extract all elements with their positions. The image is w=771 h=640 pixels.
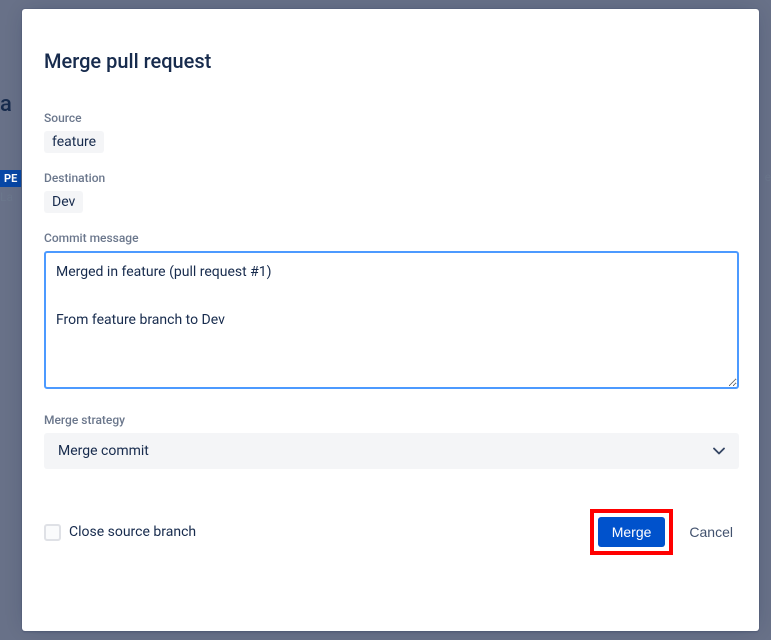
merge-strategy-label: Merge strategy [44, 413, 739, 427]
source-label: Source [44, 111, 739, 125]
close-source-branch-checkbox[interactable] [44, 524, 61, 541]
source-branch-tag: feature [44, 131, 104, 153]
destination-branch-tag: Dev [44, 191, 83, 213]
merge-button-highlight: Merge [590, 509, 674, 555]
commit-message-label: Commit message [44, 231, 739, 245]
backdrop-text: e [765, 170, 771, 184]
backdrop-text: La [0, 190, 13, 204]
backdrop-badge: PE [0, 170, 21, 187]
backdrop-text: a [0, 92, 12, 117]
merge-pull-request-modal: Merge pull request Source feature Destin… [22, 9, 759, 631]
cancel-button[interactable]: Cancel [683, 517, 739, 547]
merge-strategy-select[interactable]: Merge commit [44, 433, 739, 469]
commit-message-input[interactable] [44, 251, 739, 389]
merge-button[interactable]: Merge [598, 517, 666, 547]
close-source-branch-option[interactable]: Close source branch [44, 524, 196, 541]
merge-strategy-value: Merge commit [58, 443, 149, 459]
chevron-down-icon [713, 447, 725, 455]
destination-label: Destination [44, 171, 739, 185]
close-source-branch-label: Close source branch [69, 524, 196, 540]
modal-title: Merge pull request [44, 49, 739, 73]
